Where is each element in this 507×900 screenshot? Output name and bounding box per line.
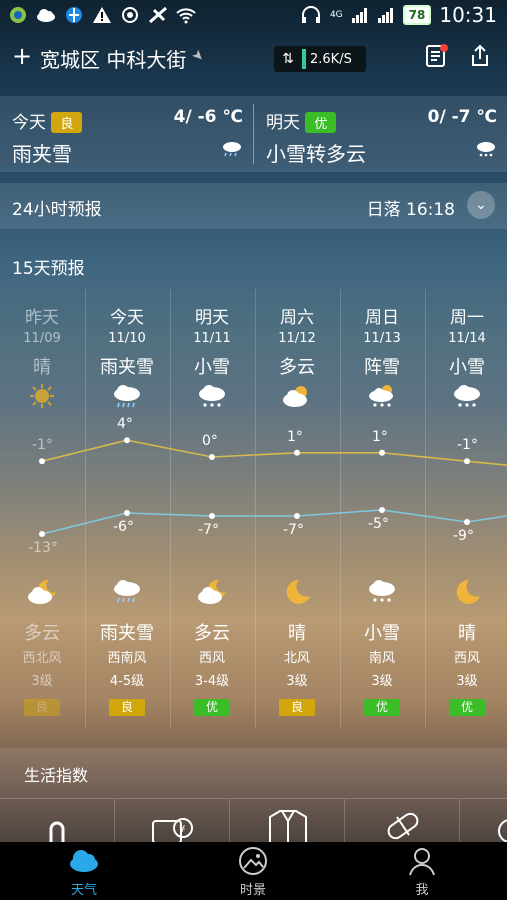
today-label-text: 今天 [12,113,46,133]
high-temp-line-point [39,458,45,465]
top-bar: + 宽城区 中科大街 ➤ ⇅ 2.6K/S [0,34,507,80]
svg-text:¥: ¥ [179,824,185,835]
life-index-panel[interactable]: 生活指数 ¥ [0,748,507,844]
news-icon[interactable] [426,44,448,68]
high-temp-line-point [464,458,470,465]
hourly-forecast-bar[interactable]: 24小时预报 日落 16:18 ⌄ [0,183,507,229]
low-temp-line-point [39,531,45,537]
high-temp-line-point [209,454,215,460]
high-temp-line-point [379,449,385,456]
high-temp-label: -1° [32,437,53,454]
today-aqi-badge: 良 [51,112,83,133]
car-wash-icon: ¥ [152,818,193,844]
nav-scene-label: 时景 [239,883,266,898]
sunset-time: 日落 16:18 [366,200,455,220]
life-index-item[interactable] [230,799,345,844]
net-speed-widget: ⇅ 2.6K/S [274,46,366,72]
nav-profile-label: 我 [415,883,429,898]
low-temp-line-point [464,519,470,525]
life-index-row: ¥ [0,798,507,844]
tomorrow-label: 明天 优 [266,108,337,133]
high-temp-line-point [294,449,300,456]
weather-cloud-icon [70,850,98,872]
share-icon[interactable] [468,44,492,68]
low-temp-label: -6° [113,519,134,535]
today-summary[interactable]: 今天 良 4/ -6 ℃ 雨夹雪 [0,96,253,172]
today-temp: 4/ -6 ℃ [173,107,243,127]
panel-divider [253,104,254,164]
speed-bar [302,49,306,69]
today-desc: 雨夹雪 [12,142,72,166]
wifi-icon [176,8,196,24]
warning-icon [93,7,111,23]
low-temp-line [41,509,507,535]
low-temp-line-point [209,513,215,519]
signal-icon-2 [377,8,393,23]
nav-weather-label: 天气 [70,883,97,898]
tomorrow-desc: 小雪转多云 [266,142,366,166]
life-index-item[interactable] [0,799,115,844]
signal-icon [351,8,367,23]
high-temp-line [41,439,507,466]
low-temp-label: -7° [198,522,219,538]
tomorrow-temp: 0/ -7 ℃ [427,107,497,127]
browser-icon [66,7,82,23]
location-arrow-icon: ➤ [188,46,208,66]
low-temp-line-point [379,507,385,513]
photo-scene-icon [239,847,267,875]
bottom-nav: 天气 时景 我 [0,842,507,900]
nav-profile-tab[interactable]: 我 [362,842,482,900]
clock: 10:31 [439,3,497,27]
camera-icon [122,7,138,23]
life-index-title: 生活指数 [24,766,89,785]
chevron-down-icon[interactable]: ⌄ [467,191,495,219]
network-type: 4G [329,10,343,20]
nav-scene-tab[interactable]: 时景 [193,842,313,900]
nav-weather-tab[interactable]: 天气 [24,842,144,900]
location-title[interactable]: 宽城区 中科大街 [40,44,186,73]
low-temp-line-point [124,510,130,516]
status-bar: 4G 78 10:31 [0,0,507,30]
forecast-15-day[interactable]: 昨天 11/09 晴多云 西北风 3级良今天 11/10 雨夹雪 雨夹雪 西南风 4-5级良明天 1… [0,289,507,729]
today-label: 今天 良 [12,108,83,133]
high-temp-label: -1° [457,437,478,454]
net-speed-value: 2.6K/S [310,51,352,67]
add-city-button[interactable]: + [12,42,32,70]
high-temp-label: 1° [372,428,388,445]
tomorrow-aqi-badge: 优 [305,112,337,133]
tomorrow-label-text: 明天 [266,113,300,133]
medicine-pill-icon [387,812,419,840]
battery-level: 78 [402,5,432,25]
forecast-15-title: 15天预报 [12,259,85,279]
hourly-title: 24小时预报 [12,200,102,220]
sleet-icon [223,142,241,157]
high-temp-label: 0° [202,433,218,449]
airplane-icon [149,6,167,24]
headset-icon [301,6,320,23]
high-temp-label: 1° [287,428,303,445]
clothing-icon [269,810,307,844]
low-temp-label: -7° [283,522,304,538]
high-temp-line-point [124,437,130,444]
life-index-item[interactable] [345,799,460,844]
low-temp-label: -5° [368,516,389,532]
low-temp-line-point [294,513,300,519]
low-temp-label: -9° [453,528,474,544]
life-index-item[interactable]: ¥ [115,799,230,844]
temperature-chart [39,437,507,537]
profile-icon [409,848,435,876]
thermometer-icon [49,821,65,844]
life-index-item[interactable] [460,799,507,844]
low-temp-label: -13° [28,540,58,556]
snow-icon [477,142,495,157]
app-notification-icon [10,7,26,23]
high-temp-label: 4° [117,416,133,433]
tomorrow-summary[interactable]: 明天 优 0/ -7 ℃ 小雪转多云 [254,96,507,172]
partial-icon [498,819,507,843]
transfer-icon: ⇅ [282,51,294,67]
cloud-icon [37,9,55,22]
